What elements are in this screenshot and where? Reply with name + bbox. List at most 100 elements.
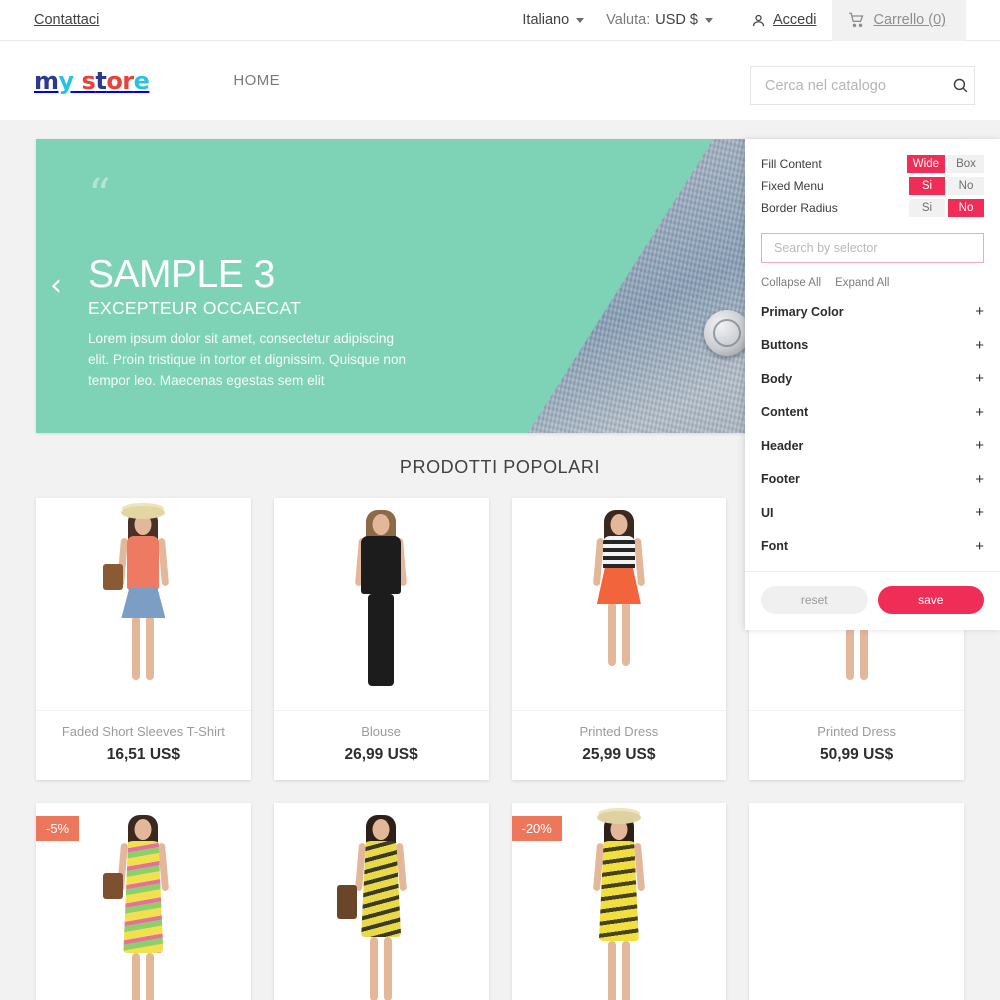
segment-option-si[interactable]: Si <box>909 199 945 217</box>
config-label: Fill Content <box>761 157 822 171</box>
accordion-controls: Collapse All Expand All <box>761 277 984 289</box>
product-image[interactable] <box>273 803 489 1000</box>
accordion-item-ui[interactable]: UI + <box>761 496 984 530</box>
segment-option-no[interactable]: No <box>948 177 984 195</box>
product-image[interactable] <box>273 498 489 711</box>
expand-all-link[interactable]: Expand All <box>835 277 889 289</box>
config-toggle-row-fixed-menu: Fixed Menu Si No <box>761 175 984 197</box>
chevron-down-icon <box>704 17 713 23</box>
hero-title: SAMPLE 3 <box>88 253 275 297</box>
segment-option-si[interactable]: Si <box>909 177 945 195</box>
product-info: Blouse 26,99 US$ <box>274 711 489 780</box>
product-info: Printed Dress 25,99 US$ <box>512 711 727 780</box>
accordion-item-buttons[interactable]: Buttons + <box>761 329 984 363</box>
segment-option-box[interactable]: Box <box>948 155 984 173</box>
catalog-search-box[interactable] <box>750 66 975 105</box>
slider-prev-arrow[interactable]: ‹ <box>50 271 62 301</box>
currency-selector[interactable]: Valuta: USD $ <box>606 12 713 28</box>
product-name: Faded Short Sleeves T-Shirt <box>61 724 225 739</box>
accordion-item-body[interactable]: Body + <box>761 362 984 396</box>
accordion-label: Primary Color <box>761 304 844 319</box>
logo-char-4: t <box>95 66 107 95</box>
product-card[interactable]: Printed Dress 25,99 US$ <box>511 498 727 780</box>
cart-button[interactable]: Carrello (0) <box>832 0 966 41</box>
product-card[interactable]: -20% Printed Chiffon Dress <box>511 803 727 1000</box>
logo-char-1: m <box>34 66 59 95</box>
catalog-search-input[interactable] <box>765 77 952 94</box>
product-photo-illustration <box>95 811 191 1000</box>
product-card[interactable]: Blouse 26,99 US$ <box>273 498 489 780</box>
quote-mark-icon: “ <box>88 170 111 221</box>
save-button[interactable]: save <box>877 586 984 614</box>
plus-icon[interactable]: + <box>975 337 984 354</box>
contact-link[interactable]: Contattaci <box>34 12 99 28</box>
hero-description: Lorem ipsum dolor sit amet, consectetur … <box>88 331 407 388</box>
product-card[interactable]: Printed Summer Dress <box>273 803 489 1000</box>
product-photo-illustration <box>95 506 191 702</box>
main-navigation: HOME <box>233 72 280 89</box>
logo-char-3: s <box>81 66 96 95</box>
product-card[interactable]: -5% Printed Summer Dress <box>36 803 251 1000</box>
nav-item-home[interactable]: HOME <box>233 72 280 89</box>
sign-in-button[interactable]: Accedi <box>735 12 833 28</box>
plus-icon[interactable]: + <box>975 437 984 454</box>
accordion-label: Body <box>761 371 793 386</box>
hero-subtitle: EXCEPTEUR OCCAECAT <box>88 298 302 319</box>
product-price: 16,51 US$ <box>106 746 180 763</box>
accordion-item-font[interactable]: Font + <box>761 530 984 564</box>
accordion-item-header[interactable]: Header + <box>761 429 984 463</box>
product-image[interactable] <box>511 498 727 711</box>
currency-label: Valuta: <box>606 12 651 28</box>
currency-value: USD $ <box>655 12 698 28</box>
shopping-cart-icon <box>848 12 865 28</box>
language-label: Italiano <box>522 12 570 28</box>
language-selector[interactable]: Italiano <box>522 12 585 28</box>
denim-button-decoration <box>704 309 751 356</box>
segmented-control: Si No <box>909 177 984 195</box>
plus-icon[interactable]: + <box>975 538 984 555</box>
discount-badge: -5% <box>36 816 80 841</box>
segmented-control: Si No <box>909 199 984 217</box>
site-logo[interactable]: my store <box>34 66 150 95</box>
accordion-label: Font <box>761 539 789 554</box>
config-toggle-row-fill-content: Fill Content Wide Box <box>761 153 984 175</box>
sign-in-label: Accedi <box>772 12 817 28</box>
product-image[interactable] <box>749 803 964 1000</box>
product-name: Blouse <box>361 724 401 739</box>
plus-icon[interactable]: + <box>975 404 984 421</box>
top-navigation-bar: Contattaci Italiano Valuta: USD $ Accedi… <box>0 0 1000 41</box>
plus-icon[interactable]: + <box>975 370 984 387</box>
product-photo-illustration <box>333 811 429 1000</box>
product-price: 26,99 US$ <box>344 746 418 763</box>
accordion-item-primary-color[interactable]: Primary Color + <box>761 295 984 329</box>
configurator-actions: reset save <box>745 571 1000 630</box>
search-icon[interactable] <box>952 77 969 94</box>
product-card[interactable] <box>749 803 964 1000</box>
accordion-label: Content <box>761 405 809 420</box>
accordion-label: Header <box>761 438 804 453</box>
cart-label: Carrello (0) <box>873 12 946 28</box>
product-image[interactable] <box>36 498 251 711</box>
accordion-item-footer[interactable]: Footer + <box>761 463 984 497</box>
collapse-all-link[interactable]: Collapse All <box>761 277 821 289</box>
product-photo-illustration <box>333 506 429 702</box>
hero-content: “ SAMPLE 3 EXCEPTEUR OCCAECAT Lorem ipsu… <box>88 170 418 391</box>
plus-icon[interactable]: + <box>975 303 984 320</box>
selector-search-box[interactable] <box>761 233 984 263</box>
product-card[interactable]: Faded Short Sleeves T-Shirt 16,51 US$ <box>36 498 251 780</box>
logo-char-6: e <box>133 66 150 95</box>
product-price: 50,99 US$ <box>820 746 894 763</box>
config-label: Border Radius <box>761 201 838 215</box>
plus-icon[interactable]: + <box>975 471 984 488</box>
product-photo-illustration <box>571 811 667 1000</box>
accordion-item-content[interactable]: Content + <box>761 396 984 430</box>
reset-button[interactable]: reset <box>761 586 868 614</box>
product-name: Printed Dress <box>579 724 659 739</box>
segment-option-no[interactable]: No <box>948 199 984 217</box>
logo-char-2: y <box>58 66 75 95</box>
segmented-control: Wide Box <box>906 155 984 173</box>
plus-icon[interactable]: + <box>975 504 984 521</box>
segment-option-wide[interactable]: Wide <box>906 155 945 173</box>
selector-search-input[interactable] <box>774 241 971 255</box>
logo-char-5: or <box>106 66 134 95</box>
